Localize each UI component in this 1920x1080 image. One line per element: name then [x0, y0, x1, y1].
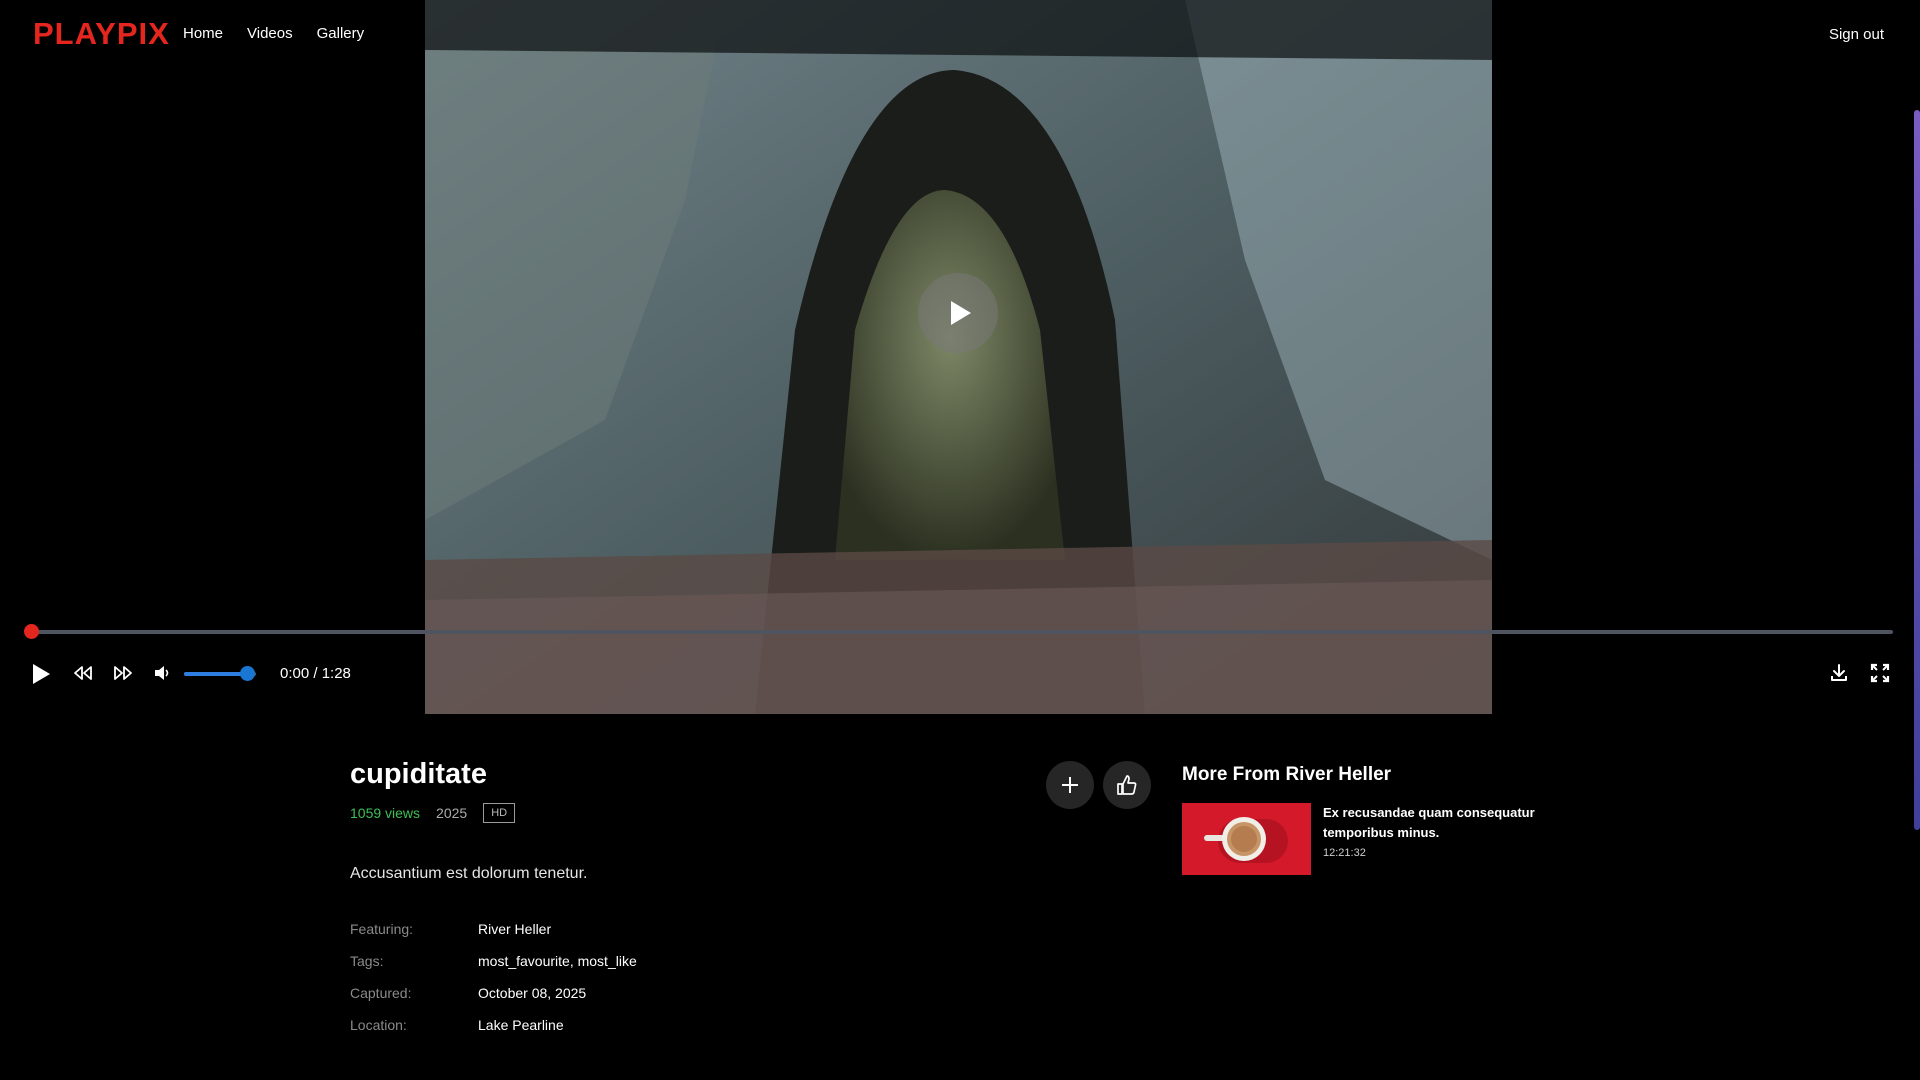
video-details: cupiditate 1059 views 2025 HD Accusantiu…: [350, 758, 1150, 1041]
info-key: Captured:: [350, 985, 412, 1001]
video-meta: 1059 views 2025 HD: [350, 803, 1150, 823]
nav-link-videos[interactable]: Videos: [247, 25, 293, 42]
coffee-cup-thumbnail-image: [1182, 803, 1311, 875]
top-navigation: PLAYPIX Home Videos Gallery Sign out: [0, 0, 1920, 68]
more-from-section: More From River Heller Ex recusandae qua…: [1182, 764, 1602, 875]
sign-out-link[interactable]: Sign out: [1829, 26, 1884, 43]
info-row: Captured: October 08, 2025: [350, 977, 637, 1009]
info-key: Featuring:: [350, 921, 414, 937]
nav-links: Home Videos Gallery: [183, 25, 388, 42]
info-value: Lake Pearline: [478, 1017, 564, 1033]
like-button[interactable]: [1103, 761, 1151, 809]
scrollbar[interactable]: [1914, 110, 1920, 830]
info-value: October 08, 2025: [478, 985, 587, 1001]
related-video-duration: 12:21:32: [1323, 847, 1366, 859]
video-description: Accusantium est dolorum tenetur.: [350, 865, 588, 882]
view-count: 1059 views: [350, 805, 421, 821]
time-display: 0:00 / 1:28: [280, 665, 351, 682]
info-table: Featuring: River Heller Tags: most_favou…: [350, 913, 637, 1041]
volume-icon: [155, 666, 169, 680]
add-to-list-button[interactable]: [1046, 761, 1094, 809]
progress-handle[interactable]: [24, 624, 39, 639]
fast-forward-icon: [114, 666, 132, 680]
video-frame[interactable]: [425, 0, 1492, 714]
download-icon: [1831, 664, 1847, 681]
rewind-button[interactable]: [73, 665, 93, 681]
nav-link-gallery[interactable]: Gallery: [317, 25, 365, 42]
nav-link-home[interactable]: Home: [183, 25, 223, 42]
info-key: Tags:: [350, 953, 384, 969]
thumbs-up-icon: [1117, 775, 1137, 795]
related-video-info: Ex recusandae quam consequatur temporibu…: [1323, 803, 1573, 875]
info-row: Tags: most_favourite, most_like: [350, 945, 637, 977]
video-still: [425, 0, 1492, 714]
volume-button[interactable]: [153, 664, 171, 682]
info-value: most_favourite, most_like: [478, 953, 637, 969]
info-row: Location: Lake Pearline: [350, 1009, 637, 1041]
quality-badge: HD: [483, 803, 516, 823]
more-from-title: More From River Heller: [1182, 764, 1392, 785]
brand-logo[interactable]: PLAYPIX: [33, 16, 170, 52]
volume-fill: [184, 672, 247, 676]
release-year: 2025: [436, 805, 468, 821]
fast-forward-button[interactable]: [113, 665, 133, 681]
video-title: cupiditate: [350, 758, 487, 790]
related-video-thumbnail[interactable]: [1182, 803, 1311, 875]
rewind-icon: [74, 666, 92, 680]
plus-icon: [1062, 777, 1078, 793]
volume-handle[interactable]: [239, 666, 255, 681]
related-video-item[interactable]: Ex recusandae quam consequatur temporibu…: [1182, 803, 1602, 875]
fullscreen-icon: [1870, 663, 1890, 683]
info-key: Location:: [350, 1017, 407, 1033]
fullscreen-button[interactable]: [1870, 663, 1890, 683]
play-icon: [33, 664, 50, 684]
download-button[interactable]: [1829, 663, 1849, 683]
video-player: 0:00 / 1:28: [0, 0, 1920, 714]
play-button[interactable]: [31, 663, 51, 685]
related-video-title[interactable]: Ex recusandae quam consequatur temporibu…: [1323, 803, 1573, 843]
big-play-button[interactable]: [918, 273, 998, 353]
info-row: Featuring: River Heller: [350, 913, 637, 945]
progress-bar[interactable]: [24, 624, 1893, 639]
volume-slider[interactable]: [184, 666, 256, 681]
info-value: River Heller: [478, 921, 552, 937]
